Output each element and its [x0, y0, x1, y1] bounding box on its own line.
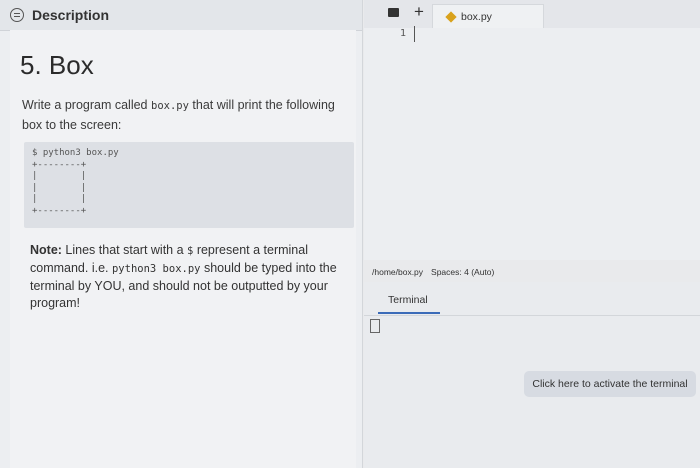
- python-file-icon: [445, 11, 457, 23]
- terminal-divider: [364, 315, 700, 316]
- text-cursor: [414, 26, 415, 42]
- description-panel: Description 5. Box Write a program calle…: [0, 0, 363, 468]
- description-tab-label: Description: [32, 7, 110, 23]
- description-tab[interactable]: Description: [0, 0, 362, 31]
- editor-tab-bar: + box.py: [364, 0, 700, 29]
- note-text-1: Lines that start with a: [61, 243, 188, 257]
- terminal-tab-indicator: [378, 312, 440, 314]
- line-number: 1: [400, 28, 407, 39]
- status-bar: /home/box.py Spaces: 4 (Auto): [364, 262, 700, 282]
- intro-filename: box.py: [151, 100, 189, 112]
- file-tree-icon[interactable]: [388, 8, 399, 17]
- intro-text-start: Write a program called: [22, 98, 151, 112]
- tab-box-py[interactable]: box.py: [432, 4, 544, 29]
- description-content: 5. Box Write a program called box.py tha…: [10, 30, 356, 468]
- add-tab-button[interactable]: +: [414, 2, 424, 22]
- code-sample-box: $ python3 box.py +--------+ | | | | | | …: [24, 142, 354, 228]
- activate-terminal-button[interactable]: Click here to activate the terminal: [524, 371, 696, 397]
- note-label: Note:: [30, 243, 62, 257]
- description-icon: [10, 8, 24, 22]
- terminal-panel: Terminal Click here to activate the term…: [364, 282, 700, 468]
- note-paragraph: Note: Lines that start with a $ represen…: [30, 242, 350, 312]
- tab-terminal[interactable]: Terminal: [388, 294, 428, 306]
- terminal-cursor: [370, 319, 380, 333]
- code-editor[interactable]: 1: [364, 26, 700, 260]
- intro-paragraph: Write a program called box.py that will …: [22, 96, 352, 135]
- page-title: 5. Box: [20, 50, 94, 80]
- note-code-command: python3 box.py: [111, 263, 201, 275]
- file-path: /home/box.py: [372, 267, 424, 277]
- indent-setting[interactable]: Spaces: 4 (Auto): [431, 267, 494, 277]
- file-tab-label: box.py: [461, 11, 492, 23]
- code-sample: $ python3 box.py +--------+ | | | | | | …: [32, 148, 119, 216]
